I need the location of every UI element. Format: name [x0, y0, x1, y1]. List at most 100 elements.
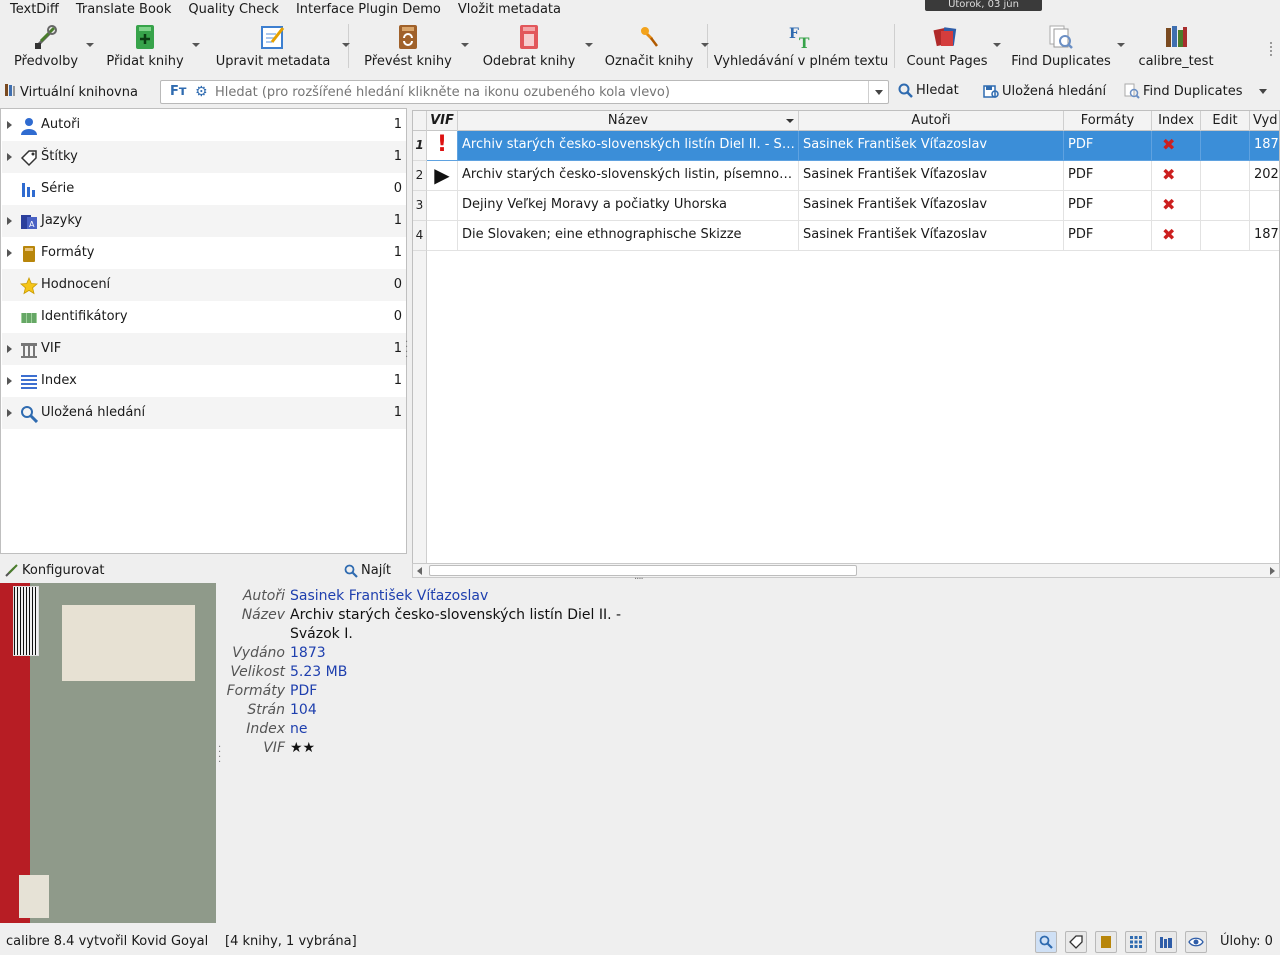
tag-browser-item-series[interactable]: Série 0 — [2, 173, 406, 205]
cross-icon: ✖ — [1162, 225, 1176, 244]
library-icon — [1162, 23, 1190, 51]
row-number: 4 — [413, 221, 427, 251]
detail-row-published: Vydáno 1873 — [218, 644, 658, 663]
vif-cell — [427, 221, 458, 251]
preferences-label: Předvolby — [13, 54, 79, 69]
preferences-button[interactable]: Předvolby — [0, 20, 94, 72]
remove-books-button[interactable]: Odebrat knihy — [467, 20, 593, 72]
mark-books-button[interactable]: Označit knihy — [591, 20, 709, 72]
vertical-splitter-handle[interactable]: · · · · — [405, 338, 411, 363]
tag-browser-footer: Konfigurovat Najít — [0, 560, 407, 582]
format-link[interactable]: PDF — [290, 682, 317, 701]
configure-button[interactable]: Konfigurovat — [4, 563, 105, 578]
tag-browser-count: 1 — [393, 213, 402, 228]
find-duplicates-button[interactable]: Find Duplicates — [999, 20, 1125, 72]
edit-metadata-button[interactable]: Upravit metadata — [198, 20, 350, 72]
column-header-index[interactable]: Index — [1152, 111, 1201, 131]
add-book-icon — [131, 23, 159, 51]
toolbar-overflow-handle[interactable] — [1270, 42, 1274, 56]
find-duplicates-search-button[interactable]: Find Duplicates — [1124, 83, 1242, 99]
expand-arrow-icon[interactable] — [7, 153, 12, 161]
expand-arrow-icon[interactable] — [7, 377, 12, 385]
status-book-count: [4 knihy, 1 vybrána] — [225, 934, 357, 949]
scroll-right-icon[interactable] — [1270, 567, 1275, 575]
column-header-published[interactable]: Vyd — [1250, 111, 1279, 131]
author-cell: Sasinek František Víťazoslav — [799, 221, 1064, 251]
tag-browser-item-saved-searches[interactable]: Uložená hledání 1 — [2, 397, 406, 429]
author-link[interactable]: Sasinek František Víťazoslav — [290, 587, 488, 606]
saved-searches-button[interactable]: Uložená hledání — [983, 83, 1106, 99]
bookshelf-view-button[interactable] — [1155, 931, 1177, 953]
detail-key: Strán — [247, 702, 285, 718]
grid-view-button[interactable] — [1125, 931, 1147, 953]
tag-browser-item-vif[interactable]: VIF 1 — [2, 333, 406, 365]
library-button[interactable]: calibre_test — [1123, 20, 1229, 72]
expand-arrow-icon[interactable] — [7, 217, 12, 225]
edit-metadata-icon — [259, 23, 287, 51]
published-link[interactable]: 1873 — [290, 644, 326, 663]
virtual-library-button[interactable]: Virtuální knihovna — [4, 82, 138, 102]
index-link[interactable]: ne — [290, 720, 308, 739]
tag-browser-item-identifiers[interactable]: Identifikátory 0 — [2, 301, 406, 333]
search-button[interactable]: Hledat — [898, 83, 959, 98]
tag-browser-item-authors[interactable]: Autoři 1 — [2, 109, 406, 141]
quickview-button[interactable] — [1185, 931, 1207, 953]
scroll-left-icon[interactable] — [417, 567, 422, 575]
search-icon — [898, 83, 913, 98]
tag-browser-item-languages[interactable]: A Jazyky 1 — [2, 205, 406, 237]
column-icon — [19, 340, 38, 359]
detail-title: Archiv starých česko-slovenských listín … — [290, 606, 621, 644]
add-books-button[interactable]: Přidat knihy — [92, 20, 200, 72]
expand-arrow-icon[interactable] — [7, 249, 12, 257]
menu-textdiff[interactable]: TextDiff — [0, 1, 66, 19]
menu-interface-plugin-demo[interactable]: Interface Plugin Demo — [286, 1, 448, 19]
toggle-search-button[interactable] — [1035, 931, 1057, 953]
table-row[interactable]: 1 ! Archiv starých česko-slovenských lis… — [413, 131, 1279, 161]
table-row[interactable]: 3 Dejiny Veľkej Moravy a počiatky Uhorsk… — [413, 191, 1279, 221]
search-icon — [1039, 935, 1053, 949]
exclamation-icon: ! — [436, 132, 448, 157]
tag-browser-label: Jazyky — [41, 213, 83, 228]
column-header-title[interactable]: Název — [458, 111, 799, 131]
find-button[interactable]: Najít — [344, 563, 391, 578]
convert-books-button[interactable]: Převést knihy — [349, 20, 469, 72]
menu-translate-book[interactable]: Translate Book — [66, 1, 179, 19]
full-text-search-button[interactable]: FT Vyhledávání v plném textu — [708, 20, 894, 72]
column-header-edit[interactable]: Edit — [1201, 111, 1250, 131]
vif-cell: ! — [427, 131, 458, 161]
searchbar-menu-arrow[interactable] — [1259, 89, 1267, 94]
jobs-indicator[interactable]: Úlohy: 0 — [1220, 934, 1273, 949]
count-pages-button[interactable]: Count Pages — [895, 20, 1001, 72]
gear-icon[interactable]: ⚙ — [195, 84, 208, 100]
menu-quality-check[interactable]: Quality Check — [178, 1, 286, 19]
toggle-tag-browser-button[interactable] — [1065, 931, 1087, 953]
column-header-authors[interactable]: Autoři — [799, 111, 1064, 131]
horizontal-scrollbar[interactable] — [412, 563, 1280, 578]
mark-books-label: Označit knihy — [604, 54, 694, 69]
tag-browser-item-index[interactable]: Index 1 — [2, 365, 406, 397]
menu-vlozit-metadata[interactable]: Vložit metadata — [448, 1, 568, 19]
expand-arrow-icon[interactable] — [7, 121, 12, 129]
expand-arrow-icon[interactable] — [7, 345, 12, 353]
full-text-search-icon: FT — [787, 23, 815, 51]
search-input[interactable] — [215, 83, 865, 101]
search-history-dropdown[interactable] — [868, 81, 888, 103]
cross-icon: ✖ — [1162, 135, 1176, 154]
column-header-vif[interactable]: VIF — [427, 111, 458, 131]
full-text-toggle-icon[interactable]: Fᴛ — [170, 84, 186, 99]
book-cover[interactable] — [0, 583, 216, 923]
status-credit: calibre 8.4 vytvořil Kovid Goyal — [6, 934, 209, 949]
column-header-formats[interactable]: Formáty — [1064, 111, 1152, 131]
pages-link[interactable]: 104 — [290, 701, 317, 720]
scrollbar-thumb[interactable] — [429, 565, 857, 576]
tag-browser-item-ratings[interactable]: Hodnocení 0 — [2, 269, 406, 301]
tag-browser-item-formats[interactable]: Formáty 1 — [2, 237, 406, 269]
table-row[interactable]: 2 ▶ Archiv starých česko-slovenských lis… — [413, 161, 1279, 191]
table-row[interactable]: 4 Die Slovaken; eine ethnographische Ski… — [413, 221, 1279, 251]
toggle-book-details-button[interactable] — [1095, 931, 1117, 953]
horizontal-splitter-handle[interactable]: ···· — [634, 574, 644, 585]
expand-arrow-icon[interactable] — [7, 409, 12, 417]
tag-browser-item-tags[interactable]: Štítky 1 — [2, 141, 406, 173]
series-icon — [19, 180, 38, 199]
search-box: Fᴛ ⚙ — [160, 80, 889, 104]
